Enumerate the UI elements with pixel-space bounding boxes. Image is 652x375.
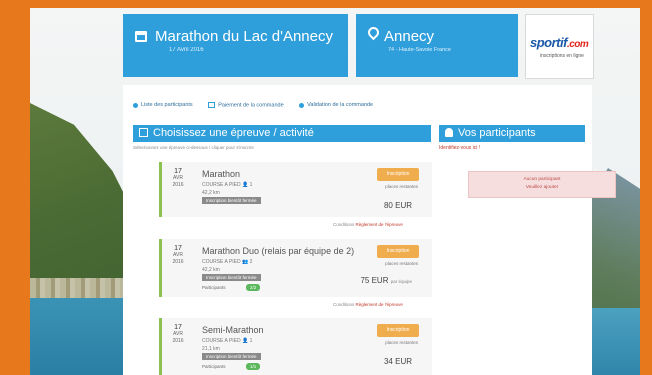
map-pin-icon [365, 24, 382, 41]
edit-icon [139, 128, 148, 137]
race-distance: 21,1 km [202, 346, 220, 352]
race-date: 17 AVR 2016 [172, 245, 184, 265]
race-status-tag: Inscription bientôt fermée [202, 274, 261, 281]
places-remaining: places restantes [385, 261, 418, 266]
frame-border-top [0, 0, 652, 8]
frame-border-left [0, 0, 30, 375]
location-subtitle: 74 - Haute-Savoie France [388, 47, 451, 53]
participants-badge: 2/2 [246, 284, 261, 291]
participants-badge: 1/1 [246, 363, 261, 370]
race-name: Semi-Marathon [202, 325, 264, 335]
no-participant-alert: Aucun participant Veuillez ajouter [468, 171, 616, 198]
progress-steps: Liste des participants Paiement de la co… [133, 102, 387, 108]
location-banner[interactable]: Annecy 74 - Haute-Savoie France [356, 14, 518, 77]
race-conditions: Conditions Règlement de l'épreuve [333, 302, 403, 307]
race-status-tag: Inscription bientôt fermée [202, 353, 261, 360]
page-background: Marathon du Lac d'Annecy 17 Avril 2016 A… [30, 8, 640, 375]
race-type: COURSE A PIED 👤 1 [202, 182, 253, 188]
choose-event-subtitle: Sélectionnez une épreuve ci-dessous / cl… [133, 145, 254, 150]
race-date: 17 AVR 2016 [172, 324, 184, 344]
event-date: 17 Avril 2016 [169, 47, 204, 53]
step-payment[interactable]: Paiement de la commande [208, 102, 284, 108]
login-link[interactable]: Identifiez-vous ici ! [439, 145, 480, 151]
participants-label: Participants [202, 364, 226, 369]
step-participants[interactable]: Liste des participants [133, 102, 193, 108]
event-title: Marathon du Lac d'Annecy [155, 28, 333, 45]
race-card-semi-marathon[interactable]: 17 AVR 2016 Semi-Marathon COURSE A PIED … [159, 318, 432, 375]
race-type: COURSE A PIED 👥 2 [202, 259, 253, 265]
register-button[interactable]: Inscription [377, 324, 419, 337]
sportif-logo[interactable]: sportif.com inscriptions en ligne [525, 14, 594, 79]
race-status-tag: Inscription bientôt fermée [202, 197, 261, 204]
race-card-marathon[interactable]: 17 AVR 2016 Marathon COURSE A PIED 👤 1 4… [159, 162, 432, 217]
check-circle-icon [299, 102, 305, 108]
rules-link[interactable]: Règlement de l'épreuve [356, 222, 403, 227]
participants-heading: Vos participants [439, 125, 585, 142]
choose-event-heading: Choisissez une épreuve / activité [133, 125, 431, 142]
race-type: COURSE A PIED 👤 1 [202, 338, 253, 344]
step-validation[interactable]: Validation de la commande [299, 102, 373, 108]
race-conditions: Conditions Règlement de l'épreuve [333, 222, 403, 227]
race-price: 34 EUR [383, 357, 412, 366]
places-remaining: places restantes [385, 184, 418, 189]
race-date: 17 AVR 2016 [172, 168, 184, 188]
calendar-icon [135, 31, 147, 42]
user-icon [445, 128, 453, 137]
register-button[interactable]: Inscription [377, 245, 419, 258]
race-price: 80 EUR [383, 201, 412, 210]
event-banner[interactable]: Marathon du Lac d'Annecy 17 Avril 2016 [123, 14, 348, 77]
race-distance: 42,2 km [202, 267, 220, 273]
race-card-marathon-duo[interactable]: 17 AVR 2016 Marathon Duo (relais par équ… [159, 239, 432, 297]
logo-tagline: inscriptions en ligne [540, 53, 584, 59]
places-remaining: places restantes [385, 340, 418, 345]
race-distance: 42,2 km [202, 190, 220, 196]
race-name: Marathon Duo (relais par équipe de 2) [202, 246, 355, 256]
registration-panel: Liste des participants Paiement de la co… [123, 85, 616, 375]
location-title: Annecy [384, 28, 435, 45]
circle-icon [133, 102, 138, 108]
frame-border-right [640, 0, 652, 375]
rules-link[interactable]: Règlement de l'épreuve [356, 302, 403, 307]
logo-text: sportif.com [530, 35, 589, 50]
race-name: Marathon [202, 169, 241, 179]
race-price: 75 EUR par équipe [360, 276, 412, 285]
participants-label: Participants [202, 285, 226, 290]
card-icon [208, 102, 216, 108]
register-button[interactable]: Inscription [377, 168, 419, 181]
